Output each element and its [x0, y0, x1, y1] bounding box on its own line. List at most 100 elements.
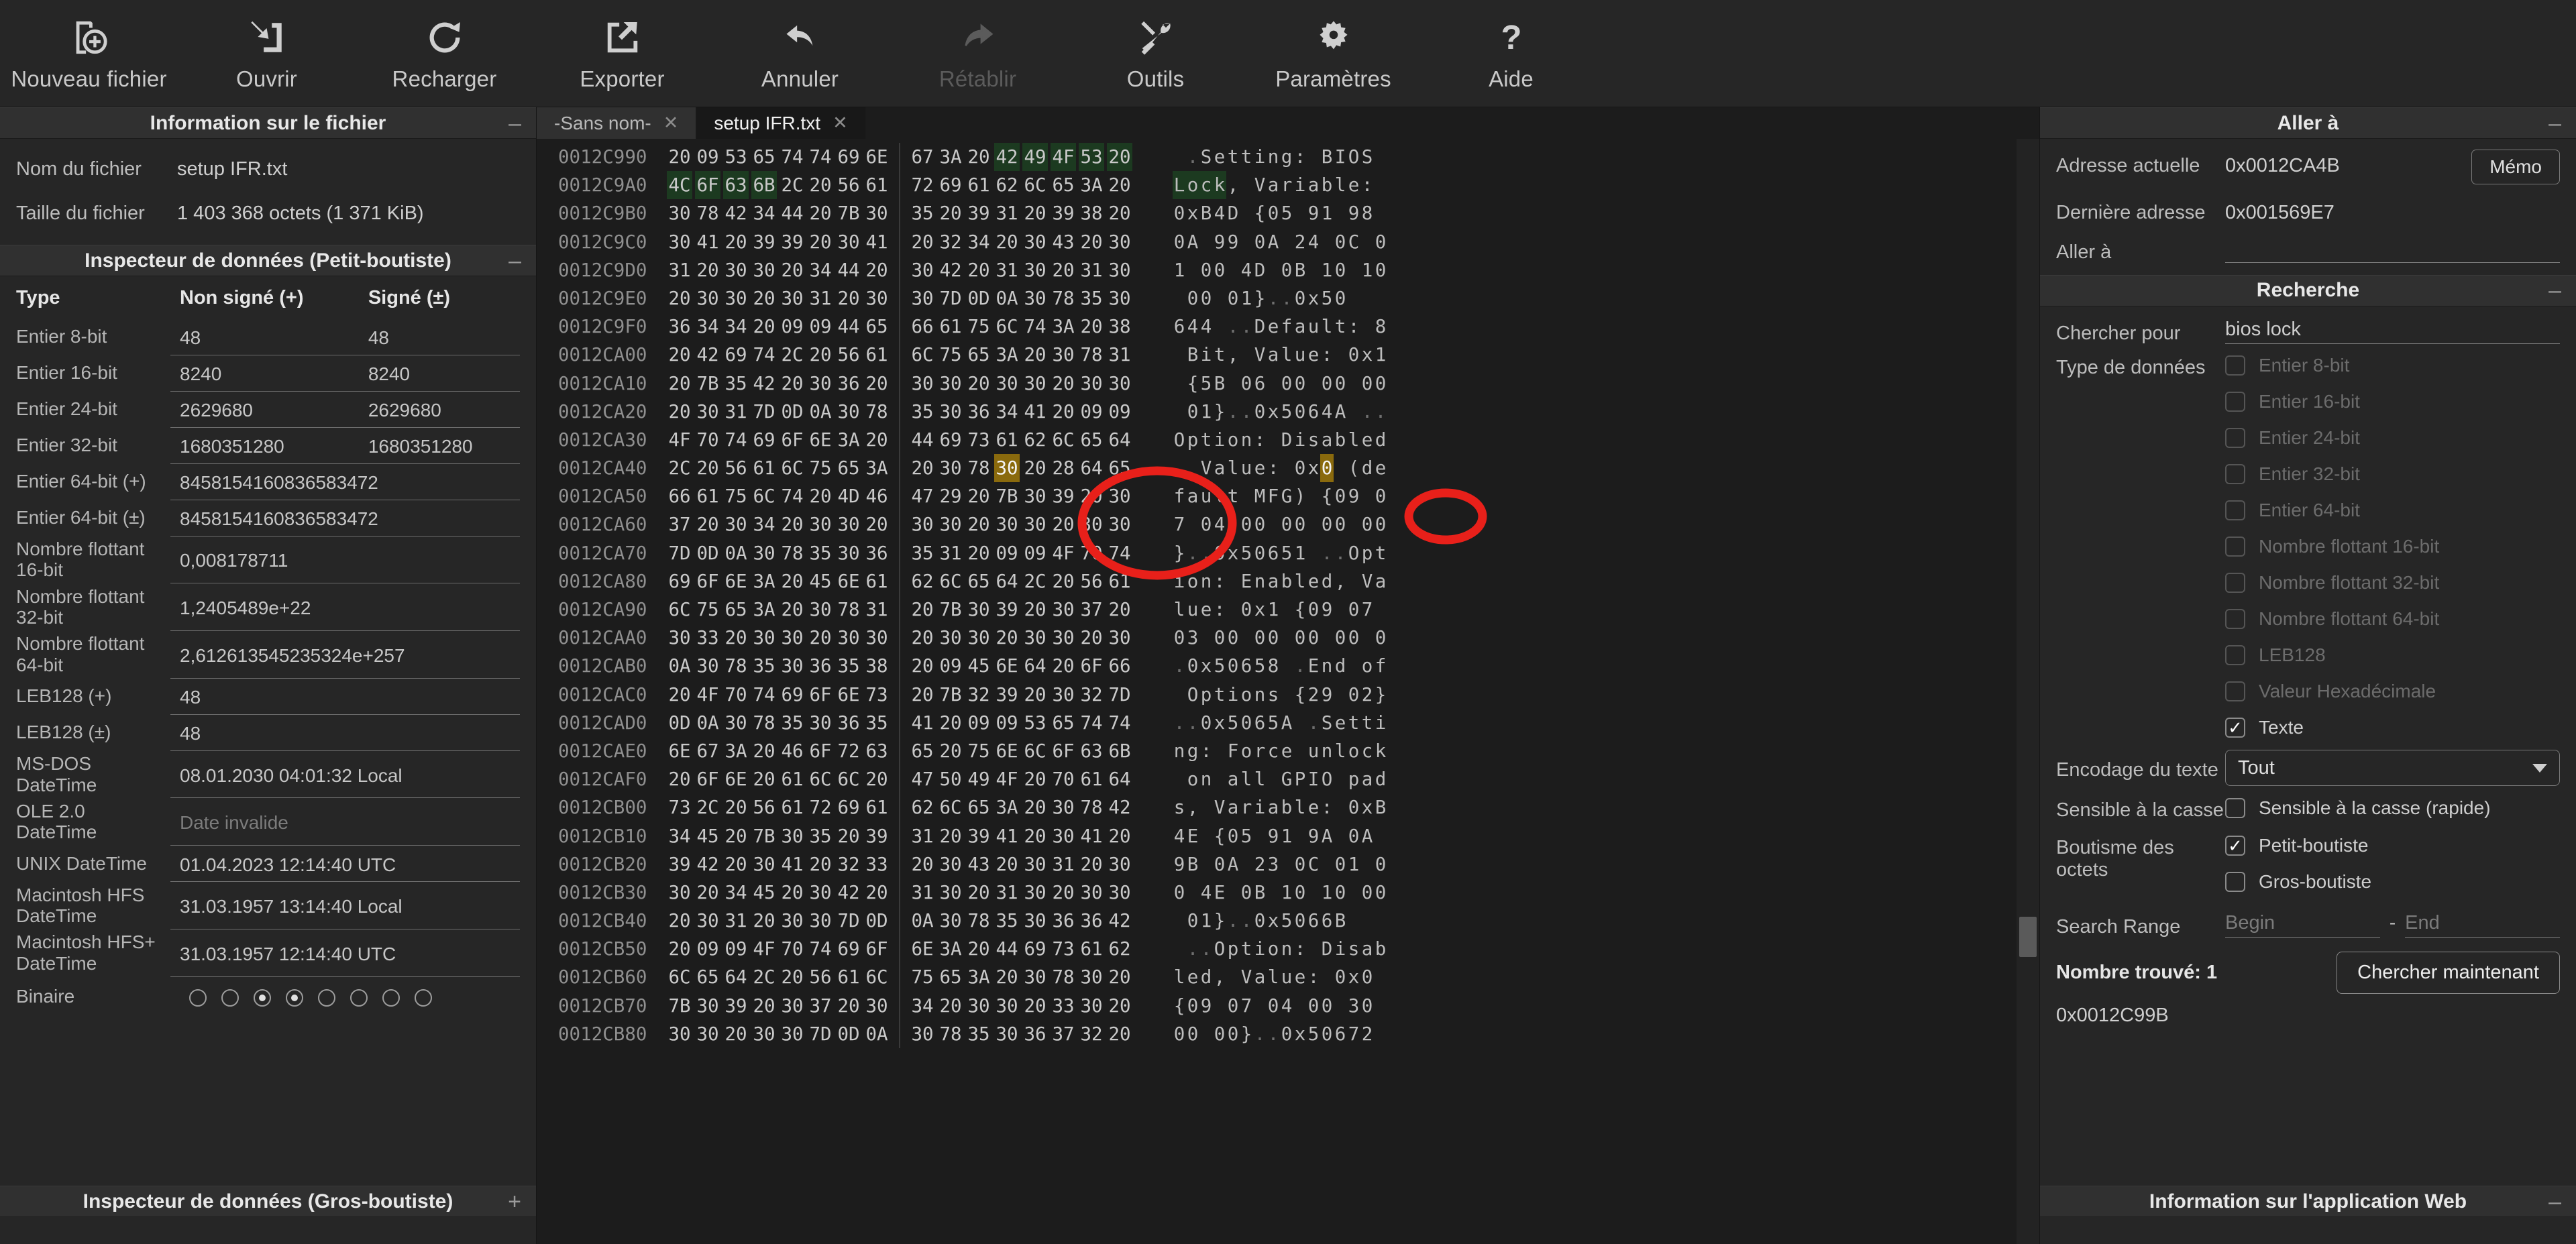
hex-ascii[interactable]: Option: Disabled: [1173, 426, 1387, 454]
ascii-char[interactable]: t: [1240, 935, 1253, 963]
ascii-char[interactable]: D: [1253, 256, 1267, 284]
ascii-char[interactable]: 0: [1334, 624, 1347, 652]
ascii-char[interactable]: O: [1347, 143, 1360, 171]
ascii-char[interactable]: .: [1240, 907, 1253, 935]
hex-row[interactable]: 0012CAF0 20 6F 6E 20 61 6C 6C 20 47 50 49 4F 20 70 61 64…: [537, 765, 2017, 794]
hex-byte[interactable]: 0A: [864, 1020, 890, 1048]
ascii-char[interactable]: 1: [1267, 596, 1280, 624]
hex-byte[interactable]: 30: [1107, 482, 1132, 510]
hex-byte[interactable]: 2C: [780, 171, 805, 199]
hex-byte[interactable]: 69: [780, 681, 805, 709]
binary-bit-1[interactable]: [221, 988, 239, 1007]
hex-byte[interactable]: 30: [1051, 624, 1076, 652]
hex-byte[interactable]: 6C: [1022, 171, 1048, 199]
hex-ascii[interactable]: .0x50658 .End of: [1173, 652, 1387, 680]
range-end-input[interactable]: End: [2405, 907, 2561, 938]
ascii-char[interactable]: i: [1253, 793, 1267, 822]
hex-byte[interactable]: 20: [864, 370, 890, 398]
hex-byte[interactable]: 31: [723, 907, 749, 935]
hex-byte[interactable]: 73: [966, 426, 991, 454]
ascii-char[interactable]: a: [1226, 765, 1240, 793]
hex-byte[interactable]: 20: [1079, 624, 1104, 652]
ascii-char[interactable]: 9: [1347, 482, 1360, 510]
hex-byte[interactable]: 30: [695, 652, 720, 680]
case-sensitive-checkbox[interactable]: [2225, 798, 2245, 819]
ascii-char[interactable]: 0: [1374, 879, 1387, 907]
toolbar-gear[interactable]: Paramètres: [1244, 0, 1422, 107]
ascii-char[interactable]: n: [1320, 737, 1334, 765]
ascii-char[interactable]: 1: [1374, 341, 1387, 369]
ascii-char[interactable]: .: [1293, 652, 1307, 680]
ascii-char[interactable]: 0: [1334, 850, 1347, 879]
ascii-char[interactable]: i: [1226, 681, 1240, 709]
hex-byte[interactable]: 78: [751, 709, 777, 737]
hex-byte[interactable]: 62: [1107, 935, 1132, 963]
ascii-char[interactable]: b: [1280, 567, 1293, 596]
ascii-char[interactable]: n: [1199, 765, 1213, 793]
ascii-char[interactable]: 7: [1347, 1020, 1360, 1048]
ascii-char[interactable]: 0: [1320, 454, 1334, 483]
ascii-char[interactable]: ,: [1186, 793, 1199, 822]
hex-byte[interactable]: 63: [1079, 737, 1104, 765]
hex-byte[interactable]: 3A: [994, 793, 1020, 822]
ascii-char[interactable]: 0: [1347, 596, 1360, 624]
hex-byte[interactable]: 30: [808, 907, 833, 935]
ascii-char[interactable]: [1307, 935, 1320, 963]
ascii-char[interactable]: [1173, 935, 1186, 963]
hex-byte[interactable]: 64: [1022, 652, 1048, 680]
ascii-char[interactable]: [1173, 765, 1186, 793]
hex-byte[interactable]: 20: [1051, 567, 1076, 596]
ascii-char[interactable]: V: [1253, 341, 1267, 369]
hex-row[interactable]: 0012CB50 20 09 09 4F 70 74 69 6F 6E 3A 20 44 69 73 61 62…: [537, 935, 2017, 964]
ascii-char[interactable]: .: [1240, 398, 1253, 426]
hex-byte[interactable]: 30: [1051, 596, 1076, 624]
ascii-char[interactable]: [1240, 228, 1253, 256]
ascii-char[interactable]: 0: [1173, 1020, 1186, 1048]
ascii-char[interactable]: [1253, 992, 1267, 1020]
endian-checkbox[interactable]: [2225, 836, 2245, 856]
hex-byte[interactable]: 64: [1107, 765, 1132, 793]
hex-byte[interactable]: 20: [808, 228, 833, 256]
hex-byte[interactable]: 0A: [695, 709, 720, 737]
ascii-char[interactable]: 0: [1186, 907, 1199, 935]
hex-byte[interactable]: 20: [966, 143, 991, 171]
ascii-char[interactable]: 4: [1199, 313, 1213, 341]
search-result-address[interactable]: 0x0012C99B: [2056, 1005, 2169, 1027]
hex-byte[interactable]: 6C: [938, 793, 963, 822]
hex-byte[interactable]: 61: [864, 171, 890, 199]
hex-byte[interactable]: 20: [808, 341, 833, 369]
hex-byte[interactable]: 4F: [667, 426, 692, 454]
ascii-char[interactable]: a: [1320, 426, 1334, 454]
ascii-char[interactable]: ,: [1226, 341, 1240, 369]
hex-byte[interactable]: 30: [808, 709, 833, 737]
toolbar-reload[interactable]: Recharger: [356, 0, 533, 107]
ascii-char[interactable]: [1226, 963, 1240, 991]
ascii-char[interactable]: :: [1320, 341, 1334, 369]
ascii-char[interactable]: [1253, 822, 1267, 850]
search-now-button[interactable]: Chercher maintenant: [2337, 952, 2560, 995]
ascii-char[interactable]: E: [1186, 822, 1199, 850]
hex-byte[interactable]: 70: [1079, 539, 1104, 567]
hex-byte[interactable]: 20: [836, 992, 861, 1020]
hex-byte[interactable]: 30: [1107, 370, 1132, 398]
ascii-char[interactable]: l: [1334, 171, 1347, 199]
hex-byte[interactable]: 44: [910, 426, 935, 454]
hex-byte[interactable]: 61: [780, 765, 805, 793]
ascii-char[interactable]: A: [1226, 850, 1240, 879]
hex-byte[interactable]: 41: [780, 850, 805, 879]
hex-byte[interactable]: 38: [864, 652, 890, 680]
hex-byte[interactable]: 30: [1079, 370, 1104, 398]
ascii-char[interactable]: 0: [1213, 850, 1226, 879]
ascii-char[interactable]: L: [1173, 171, 1186, 200]
hex-byte[interactable]: 74: [723, 426, 749, 454]
hex-byte[interactable]: 3A: [994, 341, 1020, 369]
ascii-char[interactable]: 6: [1253, 370, 1267, 398]
hex-byte[interactable]: 78: [1079, 793, 1104, 822]
hex-rows[interactable]: 0012C990 20 09 53 65 74 74 69 6E 67 3A 20 42 49 4F 53 20…: [537, 139, 2017, 1244]
ascii-char[interactable]: B: [1186, 850, 1199, 879]
ascii-char[interactable]: [1347, 370, 1360, 398]
inspector-be-header[interactable]: Inspecteur de données (Gros-boutiste) +: [0, 1186, 536, 1217]
ascii-char[interactable]: 0: [1347, 822, 1360, 850]
ascii-char[interactable]: 0: [1280, 510, 1293, 539]
hex-byte[interactable]: 20: [1051, 879, 1076, 907]
